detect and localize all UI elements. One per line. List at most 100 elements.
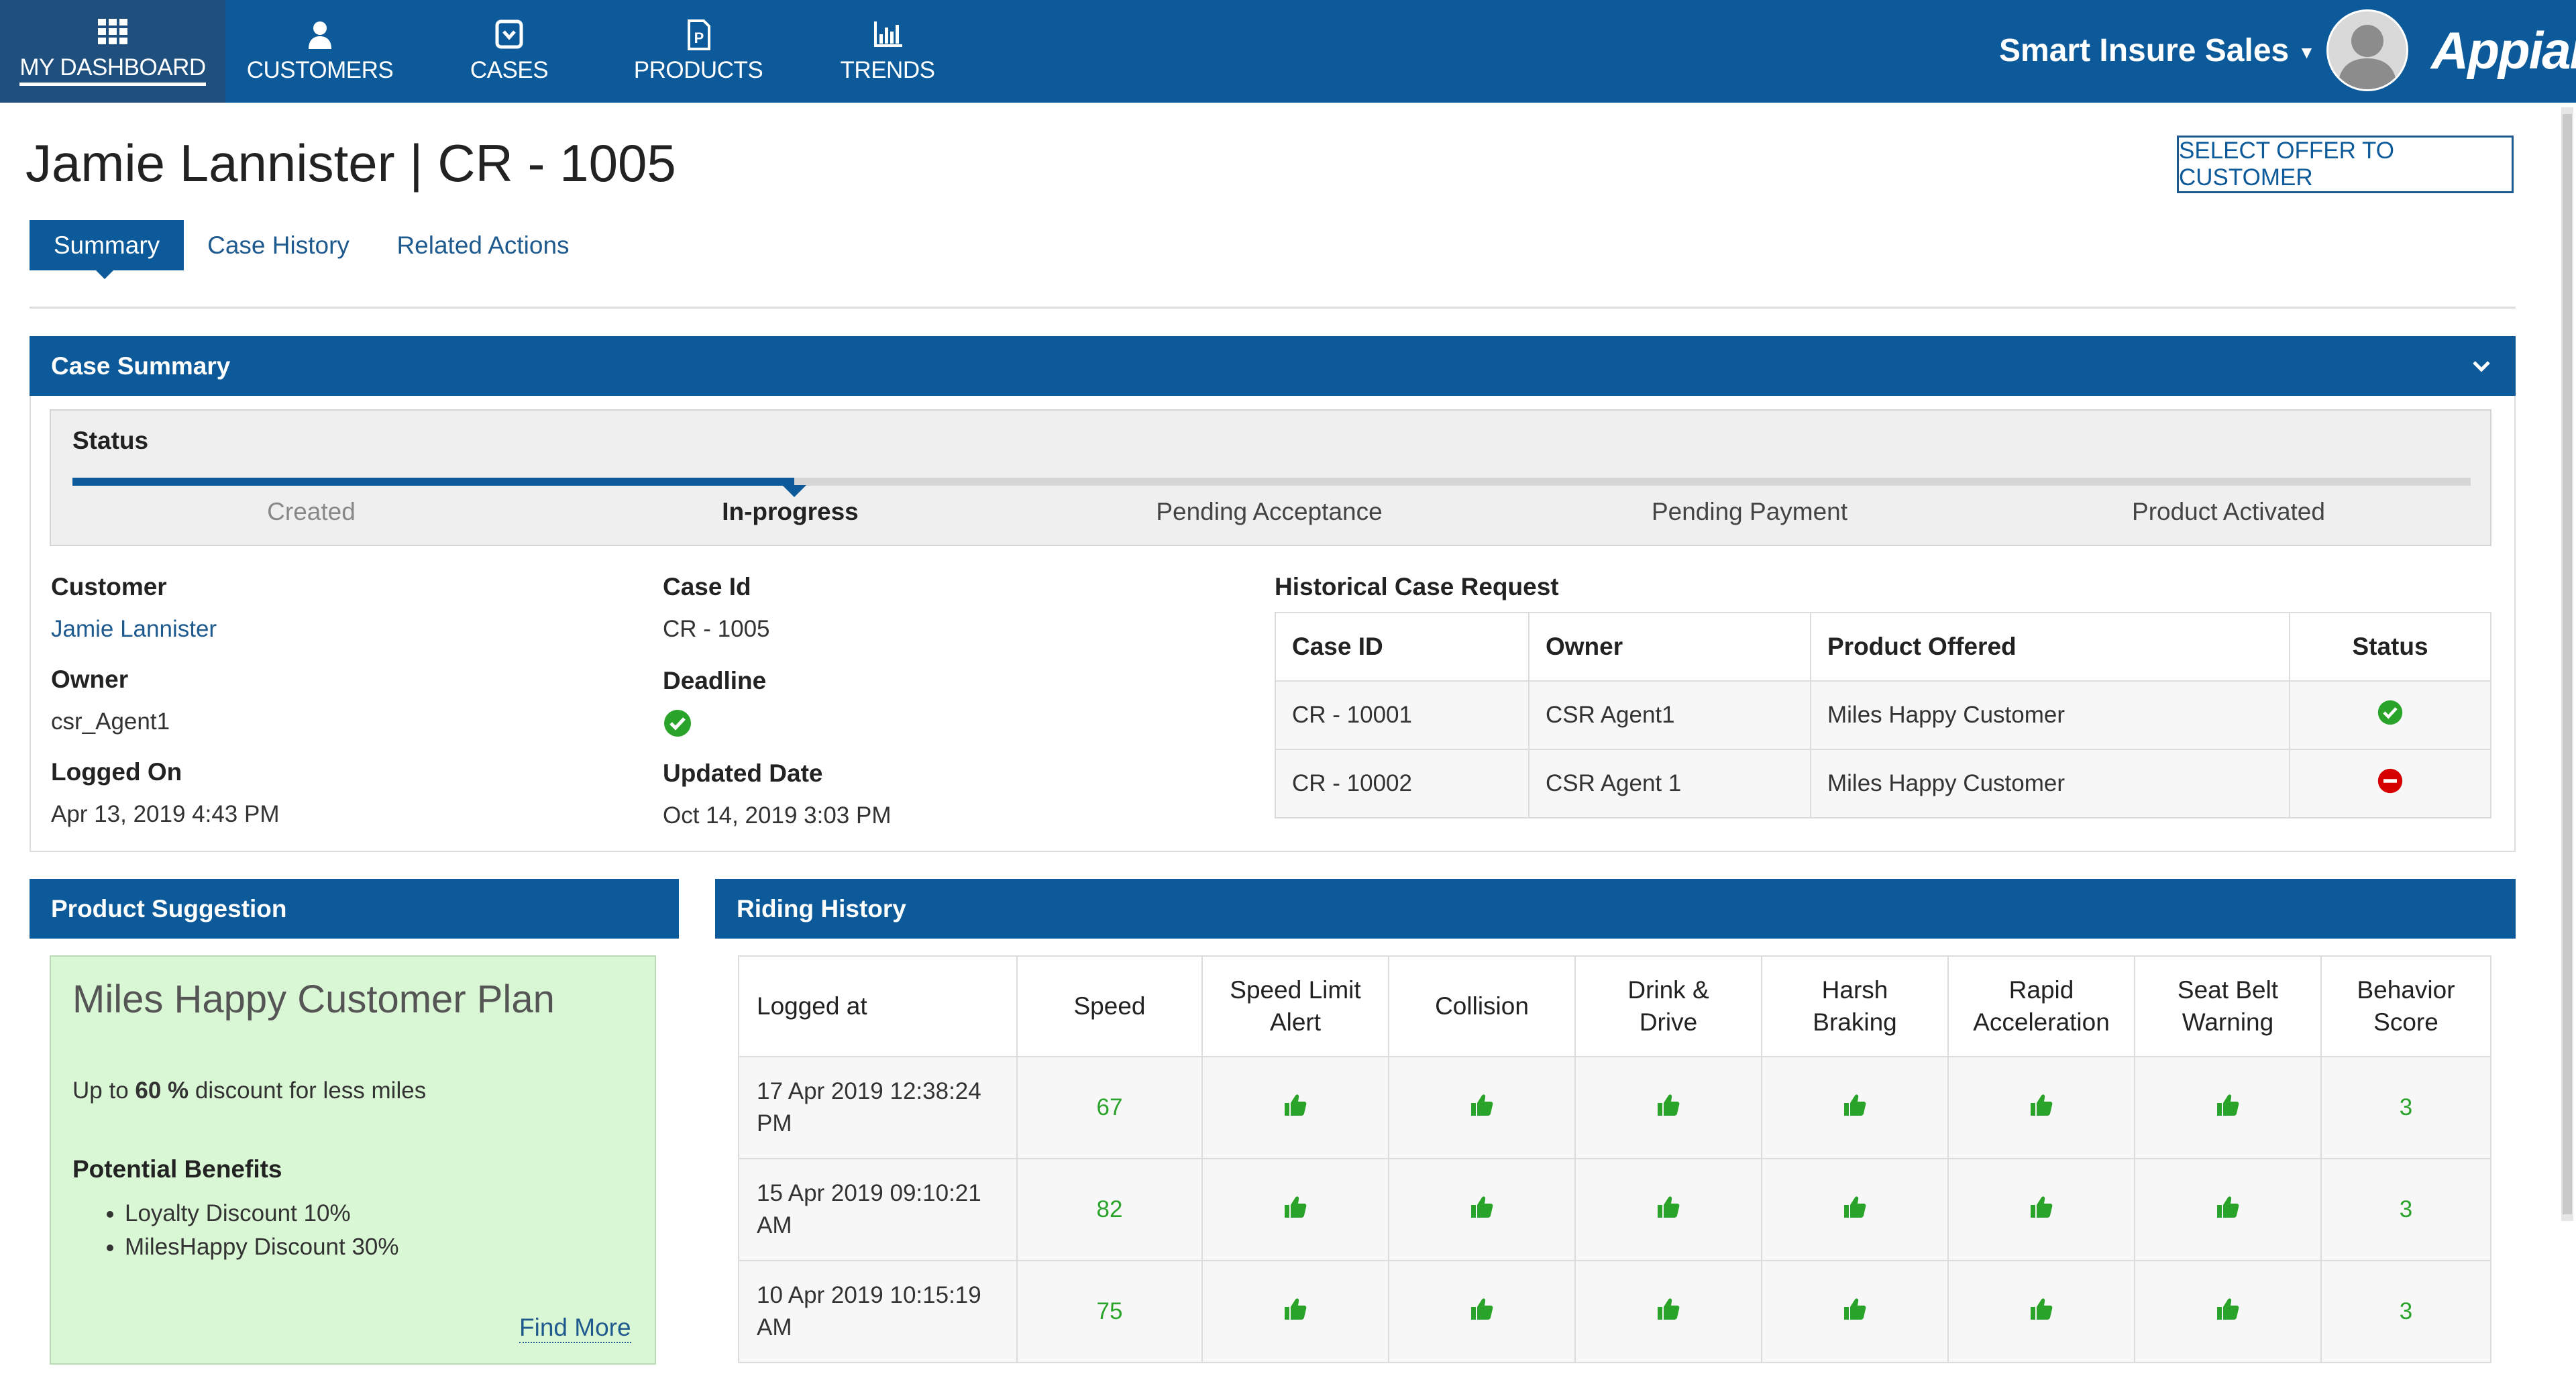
thumbs-up-icon	[1658, 1196, 1680, 1218]
cell-logged-at: 10 Apr 2019 10:15:19 AM	[738, 1260, 1018, 1363]
cell-flag	[1201, 1056, 1389, 1159]
cell-product: Miles Happy Customer	[1810, 680, 2290, 750]
discount-value: 60 %	[135, 1077, 189, 1104]
status-step-product-activated: Product Activated	[2132, 498, 2325, 525]
svg-text:P: P	[694, 30, 704, 46]
table-header-row: Case ID Owner Product Offered Status	[1275, 612, 2491, 682]
product-discount: Up to 60 % discount for less miles	[72, 1077, 426, 1104]
case-summary-header[interactable]: Case Summary	[30, 336, 2516, 396]
cell-flag	[1761, 1260, 1949, 1363]
cell-behavior-score: 3	[2320, 1158, 2491, 1261]
find-more-link[interactable]: Find More	[519, 1314, 631, 1343]
benefits-title: Potential Benefits	[72, 1155, 282, 1183]
riding-history-header: Riding History	[715, 879, 2516, 939]
tab-case-history[interactable]: Case History	[195, 220, 362, 270]
cell-flag	[1574, 1260, 1762, 1363]
product-icon: P	[688, 19, 710, 50]
logged-at-line: 17 Apr 2019 12:38:24	[757, 1078, 981, 1104]
nav-item-products[interactable]: P PRODUCTS	[604, 0, 793, 103]
col-logged-at: Logged at	[738, 955, 1018, 1057]
thumbs-up-icon	[2031, 1094, 2053, 1116]
app-name: Smart Insure Sales	[1999, 33, 2290, 68]
deadline-label: Deadline	[663, 667, 767, 694]
cell-flag	[1574, 1056, 1762, 1159]
historical-title: Historical Case Request	[1275, 573, 1559, 600]
case-icon	[495, 19, 523, 48]
status-step-created: Created	[267, 498, 356, 525]
cell-flag	[2134, 1260, 2322, 1363]
product-suggestion-header: Product Suggestion	[30, 879, 679, 939]
header-line: Acceleration	[1973, 1008, 2110, 1036]
nav-item-cases[interactable]: CASES	[415, 0, 604, 103]
thumbs-up-icon	[1844, 1298, 1866, 1320]
cell-flag	[1574, 1158, 1762, 1261]
header-line: Braking	[1813, 1008, 1897, 1036]
cell-case-id: CR - 10002	[1275, 749, 1529, 818]
thumbs-up-icon	[1285, 1298, 1307, 1320]
thumbs-up-icon	[1471, 1094, 1493, 1116]
nav-label: CUSTOMERS	[246, 56, 394, 83]
select-offer-button[interactable]: SELECT OFFER TO CUSTOMER	[2177, 136, 2514, 193]
tab-summary[interactable]: Summary	[30, 220, 184, 270]
nav-item-trends[interactable]: TRENDS	[793, 0, 982, 103]
cell-flag	[2134, 1158, 2322, 1261]
thumbs-up-icon	[2031, 1298, 2053, 1320]
logged-at-line: PM	[757, 1110, 792, 1137]
divider	[30, 307, 2516, 309]
caret-down-icon: ▼	[2298, 42, 2316, 62]
col-harsh-braking: Harsh Braking	[1761, 955, 1949, 1057]
top-nav: MY DASHBOARD CUSTOMERS CASES P PRODUCTS	[0, 0, 2576, 103]
cell-flag	[1388, 1056, 1576, 1159]
app-switcher[interactable]: Smart Insure Sales ▼	[1999, 32, 2315, 69]
logged-on-value: Apr 13, 2019 4:43 PM	[51, 801, 280, 827]
chevron-down-icon[interactable]	[2470, 355, 2493, 378]
header-line: Warning	[2182, 1008, 2274, 1036]
header-line: Behavior	[2357, 976, 2455, 1004]
list-item: Loyalty Discount 10%	[125, 1197, 399, 1230]
cell-owner: CSR Agent 1	[1528, 749, 1811, 818]
header-line: Score	[2373, 1008, 2438, 1036]
customer-link[interactable]: Jamie Lannister	[51, 616, 217, 643]
col-seat-belt-warning: Seat Belt Warning	[2134, 955, 2322, 1057]
status-step-pending-acceptance: Pending Acceptance	[1156, 498, 1383, 525]
thumbs-up-icon	[2217, 1094, 2239, 1116]
logged-at-line: AM	[757, 1212, 792, 1238]
col-rapid-acceleration: Rapid Acceleration	[1947, 955, 2135, 1057]
scrollbar-thumb[interactable]	[2563, 114, 2572, 1214]
thumbs-up-icon	[1471, 1196, 1493, 1218]
cell-status	[2289, 680, 2491, 750]
appian-logo[interactable]: Appian	[2431, 20, 2576, 81]
grid-icon	[98, 19, 127, 44]
discount-prefix: Up to	[72, 1077, 129, 1104]
nav-item-customers[interactable]: CUSTOMERS	[225, 0, 415, 103]
cell-flag	[1947, 1158, 2135, 1261]
col-product-offered: Product Offered	[1810, 612, 2290, 682]
progress-fill	[72, 478, 794, 486]
section-title: Case Summary	[51, 352, 231, 380]
thumbs-up-icon	[1658, 1094, 1680, 1116]
header-line: Seat Belt	[2177, 976, 2279, 1004]
discount-suffix: discount for less miles	[195, 1077, 427, 1104]
avatar[interactable]	[2326, 9, 2408, 91]
cell-speed: 82	[1016, 1158, 1203, 1261]
tab-related-actions[interactable]: Related Actions	[382, 220, 584, 270]
cell-flag	[2134, 1056, 2322, 1159]
user-silhouette-icon	[2338, 25, 2397, 89]
nav-item-my-dashboard[interactable]: MY DASHBOARD	[0, 0, 225, 103]
col-behavior-score: Behavior Score	[2320, 955, 2491, 1057]
cell-behavior-score: 3	[2320, 1056, 2491, 1159]
progress-marker	[782, 485, 806, 497]
cell-product: Miles Happy Customer	[1810, 749, 2290, 818]
cell-speed: 75	[1016, 1260, 1203, 1363]
page-title: Jamie Lannister | CR - 1005	[25, 134, 676, 193]
cell-logged-at: 17 Apr 2019 12:38:24 PM	[738, 1056, 1018, 1159]
thumbs-up-icon	[1658, 1298, 1680, 1320]
logged-at-line: 10 Apr 2019 10:15:19	[757, 1282, 981, 1308]
header-line: Alert	[1269, 1008, 1322, 1036]
cell-case-id: CR - 10001	[1275, 680, 1529, 750]
header-line: Rapid	[2008, 976, 2074, 1004]
thumbs-up-icon	[1471, 1298, 1493, 1320]
nav-label: CASES	[470, 56, 549, 83]
cell-flag	[1761, 1158, 1949, 1261]
thumbs-up-icon	[2031, 1196, 2053, 1218]
